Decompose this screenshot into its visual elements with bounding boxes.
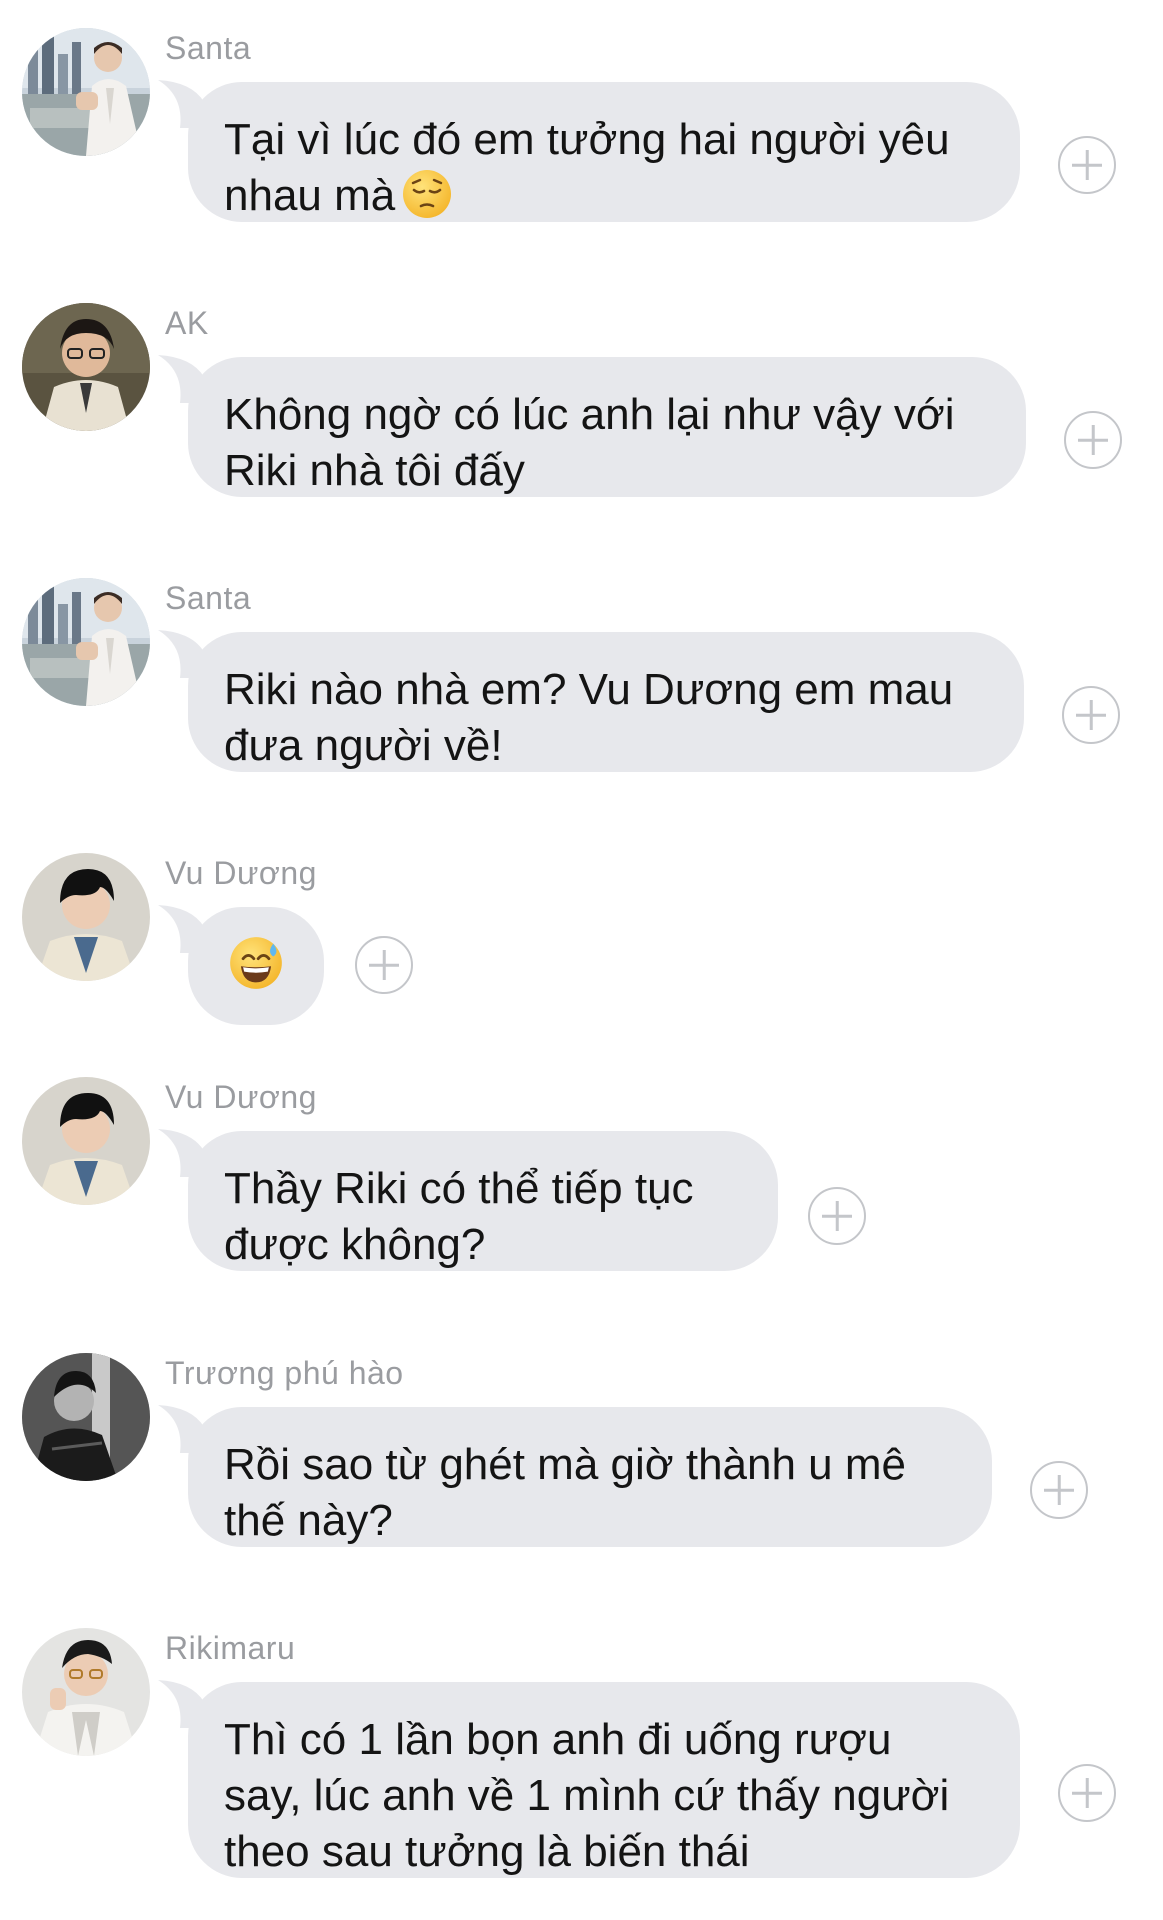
message-bubble[interactable]: Tại vì lúc đó em tưởng hai người yêu nha… [158,80,1020,222]
bubble-tail [158,905,218,953]
sender-name: Santa [165,580,252,616]
vu-duong-avatar-icon[interactable] [22,1077,150,1205]
add-reaction-plus-icon[interactable] [808,1187,866,1245]
bubble-tail [158,355,218,403]
message-text [228,935,324,991]
message-bubble[interactable]: Riki nào nhà em? Vu Dương em mau đưa ngư… [158,630,1024,772]
pensive-face-emoji-icon [401,168,453,220]
truong-phu-hao-avatar-icon[interactable] [22,1353,150,1481]
message-bubble[interactable]: Không ngờ có lúc anh lại như vậy với Rik… [158,355,1026,497]
bubble-tail [158,1129,218,1177]
message-text: Không ngờ có lúc anh lại như vậy với Rik… [224,390,955,495]
message-text: Tại vì lúc đó em tưởng hai người yêu nha… [224,115,950,220]
sender-name: Santa [165,30,252,66]
sender-name: Vu Dương [165,1079,317,1115]
add-reaction-plus-icon[interactable] [1030,1461,1088,1519]
bubble-tail [158,1680,218,1728]
message-bubble[interactable]: Thầy Riki có thể tiếp tục được không? [158,1129,778,1271]
grinning-face-with-sweat-emoji-icon [228,935,282,989]
santa-avatar-icon[interactable] [22,28,150,156]
rikimaru-avatar-icon[interactable] [22,1628,150,1756]
message-bubble[interactable] [158,905,324,1025]
ak-avatar-icon[interactable] [22,303,150,431]
message-bubble[interactable]: Rồi sao từ ghét mà giờ thành u mê thế nà… [158,1405,992,1547]
bubble-tail [158,80,218,128]
message-text: Thì có 1 lần bọn anh đi uống rượu say, l… [224,1715,950,1876]
sender-name: Trương phú hào [165,1355,404,1391]
sender-name: Vu Dương [165,855,317,891]
message-text: Rồi sao từ ghét mà giờ thành u mê thế nà… [224,1440,906,1545]
sender-name: AK [165,305,209,341]
sender-name: Rikimaru [165,1630,296,1666]
add-reaction-plus-icon[interactable] [1064,411,1122,469]
add-reaction-plus-icon[interactable] [1058,1764,1116,1822]
chat-thread: Santa Tại vì lúc đó em tưởng hai người y… [0,0,1163,1920]
message-text: Thầy Riki có thể tiếp tục được không? [224,1164,694,1269]
santa-avatar-icon[interactable] [22,578,150,706]
message-text: Riki nào nhà em? Vu Dương em mau đưa ngư… [224,665,954,770]
add-reaction-plus-icon[interactable] [1058,136,1116,194]
vu-duong-avatar-icon[interactable] [22,853,150,981]
message-bubble[interactable]: Thì có 1 lần bọn anh đi uống rượu say, l… [158,1680,1020,1878]
add-reaction-plus-icon[interactable] [355,936,413,994]
bubble-tail [158,630,218,678]
add-reaction-plus-icon[interactable] [1062,686,1120,744]
bubble-tail [158,1405,218,1453]
